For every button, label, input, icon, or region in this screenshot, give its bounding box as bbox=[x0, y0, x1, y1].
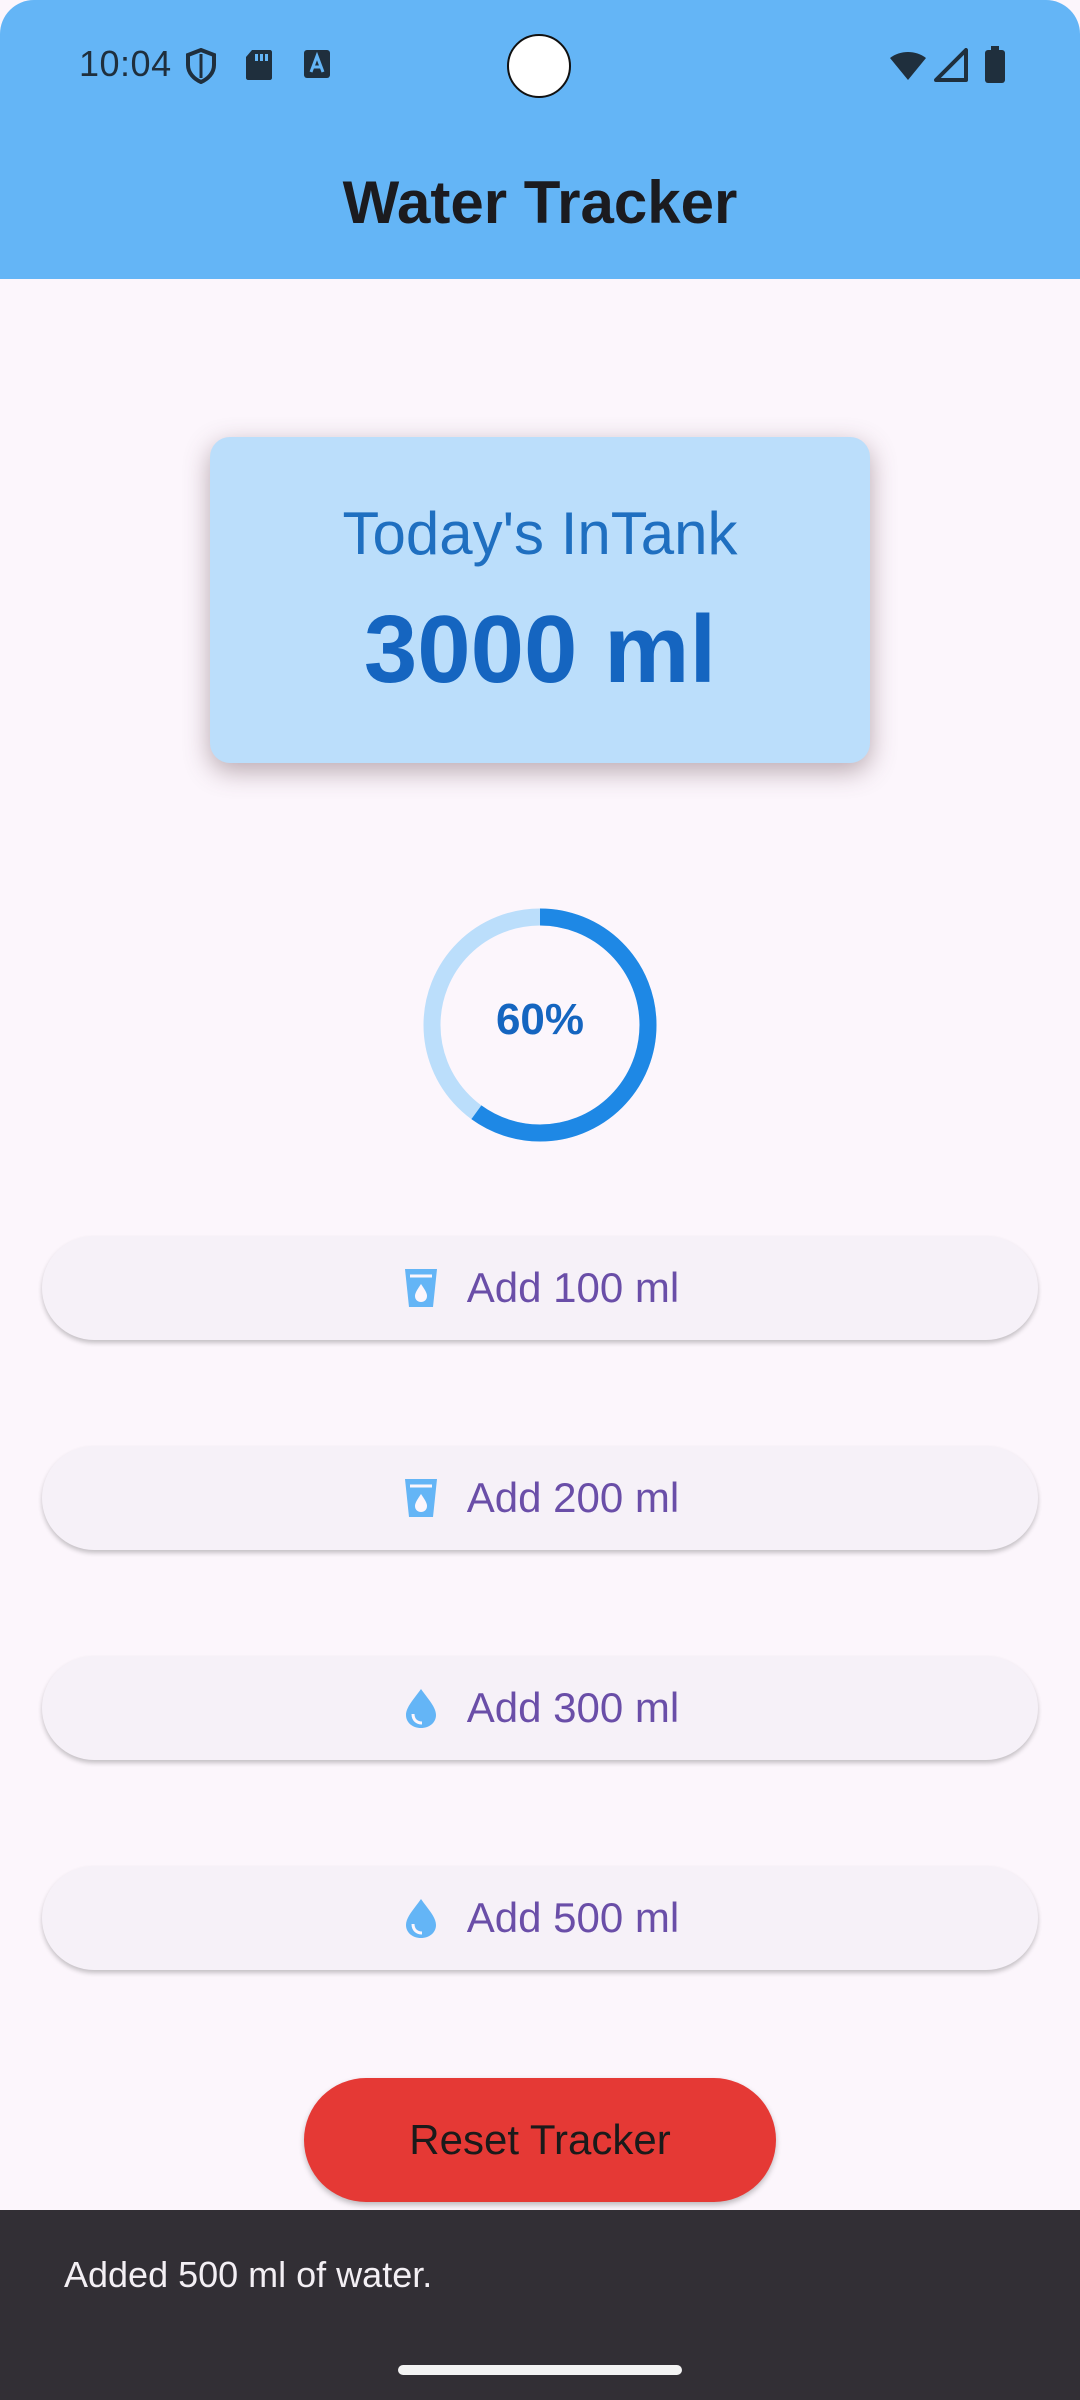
app-bar: 10:04 Water Tracker bbox=[0, 0, 1080, 279]
add-300-button[interactable]: Add 300 ml bbox=[42, 1656, 1038, 1760]
snackbar-message: Added 500 ml of water. bbox=[64, 2254, 433, 2295]
sd-card-icon bbox=[244, 48, 274, 87]
intake-label: Today's InTank bbox=[342, 500, 738, 567]
add-500-label: Add 500 ml bbox=[466, 1894, 680, 1941]
camera-cutout bbox=[507, 34, 571, 98]
shield-icon bbox=[185, 47, 217, 89]
page-title: Water Tracker bbox=[342, 169, 738, 236]
signal-icon bbox=[934, 48, 968, 87]
status-time: 10:04 bbox=[79, 43, 172, 84]
battery-icon bbox=[984, 46, 1006, 89]
add-300-label: Add 300 ml bbox=[466, 1684, 680, 1731]
cup-icon bbox=[401, 1476, 441, 1520]
snackbar: Added 500 ml of water. bbox=[0, 2210, 1080, 2400]
progress-percent: 60% bbox=[495, 995, 585, 1044]
intake-value: 3000 ml bbox=[363, 596, 717, 703]
add-100-button[interactable]: Add 100 ml bbox=[42, 1236, 1038, 1340]
add-500-button[interactable]: Add 500 ml bbox=[42, 1866, 1038, 1970]
water-drop-icon bbox=[401, 1686, 441, 1730]
wifi-icon bbox=[888, 50, 928, 87]
home-indicator[interactable] bbox=[398, 2365, 682, 2375]
add-100-label: Add 100 ml bbox=[466, 1264, 680, 1311]
text-a-icon bbox=[302, 48, 332, 85]
water-drop-icon bbox=[401, 1896, 441, 1940]
add-200-label: Add 200 ml bbox=[466, 1474, 680, 1521]
cup-icon bbox=[401, 1266, 441, 1310]
add-200-button[interactable]: Add 200 ml bbox=[42, 1446, 1038, 1550]
intake-card: Today's InTank 3000 ml bbox=[210, 437, 870, 763]
reset-button[interactable]: Reset Tracker bbox=[304, 2078, 776, 2202]
